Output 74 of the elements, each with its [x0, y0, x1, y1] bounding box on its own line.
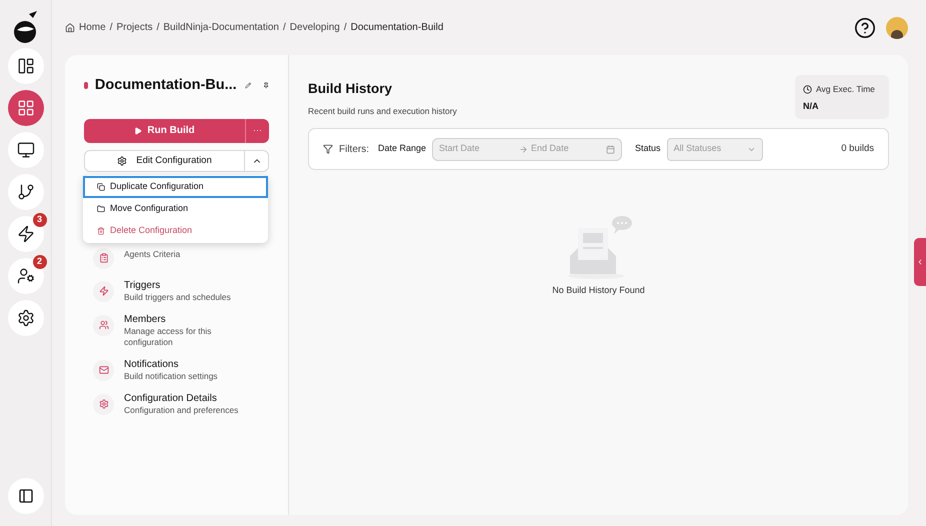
section-description: Agents Criteria	[124, 248, 182, 260]
section-title[interactable]: Members	[124, 312, 254, 326]
empty-state-text: No Build History Found	[552, 284, 645, 297]
run-build-button[interactable]: Run Build	[84, 118, 245, 143]
clipboard-icon	[98, 253, 108, 264]
filter-icon	[323, 144, 333, 154]
branch-icon	[16, 183, 34, 201]
date-range-label: Date Range	[378, 142, 426, 156]
panel-subtitle: Recent build runs and execution history	[308, 105, 457, 118]
count-badge: 3	[32, 213, 46, 227]
menu-item[interactable]: Duplicate Configuration	[83, 176, 268, 198]
settings-icon	[16, 309, 34, 327]
avg-time-value: N/A	[803, 100, 820, 113]
nav-button[interactable]	[8, 132, 44, 168]
edit-icon[interactable]	[244, 80, 251, 92]
build-count: 0 builds	[841, 142, 874, 156]
filters-label: Filters:	[339, 142, 369, 156]
user-gear-icon	[16, 267, 34, 285]
lightning-icon	[16, 225, 34, 243]
more-button[interactable]: ···	[245, 118, 269, 143]
avg-time-label: Avg Exec. Time	[816, 83, 875, 96]
folder-icon	[97, 205, 105, 213]
section-description: Build notification settings	[124, 370, 219, 382]
settings-icon	[98, 399, 108, 410]
nav-button[interactable]	[8, 300, 44, 336]
arrow-right-icon	[519, 144, 528, 154]
users-icon	[98, 320, 108, 330]
chevron-left-icon	[916, 258, 924, 266]
breadcrumb-link[interactable]: Home	[79, 20, 106, 35]
section-title[interactable]: Notifications	[124, 358, 254, 371]
status-label: Status	[635, 142, 661, 156]
menu-item[interactable]: Delete Configuration	[83, 220, 268, 242]
home-icon	[65, 22, 75, 32]
nav-button[interactable]: 2	[8, 258, 44, 294]
trash-icon	[97, 227, 105, 235]
mail-icon	[98, 365, 108, 376]
play-icon	[134, 126, 142, 135]
help-icon[interactable]	[854, 16, 876, 38]
breadcrumb-separator: /	[283, 21, 286, 35]
breadcrumb-link[interactable]: Developing	[290, 20, 340, 35]
clock-icon	[803, 84, 812, 94]
panel-title: Build History	[308, 80, 394, 98]
nav-button[interactable]: 3	[8, 216, 44, 252]
count-badge: 2	[32, 255, 46, 269]
config-title: Documentation-Bu...	[94, 76, 237, 95]
section-description: Manage access for this configuration	[124, 326, 212, 348]
lightning-icon	[98, 286, 108, 296]
sidebar-toggle-button[interactable]	[8, 478, 44, 514]
section-description: Configuration and preferences	[124, 404, 240, 416]
section-title[interactable]: Triggers	[124, 278, 254, 292]
breadcrumb-current: Documentation-Build	[350, 21, 444, 35]
date-range-field[interactable]: Start Date End Date	[432, 138, 622, 160]
breadcrumb-separator: /	[344, 21, 347, 35]
menu-item[interactable]: Move Configuration	[83, 198, 268, 220]
section-description: Build triggers and schedules	[124, 292, 232, 303]
copy-icon	[97, 183, 105, 191]
avatar[interactable]	[886, 16, 908, 38]
breadcrumb-separator: /	[110, 21, 112, 35]
monitor-icon	[16, 141, 34, 159]
settings-icon	[117, 156, 128, 166]
end-date-field[interactable]: End Date	[531, 142, 602, 156]
empty-inbox-drawing	[566, 216, 632, 280]
layout-icon	[16, 57, 34, 75]
breadcrumb-link[interactable]: BuildNinja-Documentation	[163, 20, 279, 35]
start-date-field[interactable]: Start Date	[439, 142, 514, 156]
breadcrumb-separator: /	[156, 21, 160, 35]
nav-button[interactable]	[8, 48, 44, 84]
nav-button[interactable]	[8, 174, 44, 210]
section-title[interactable]: Configuration Details	[124, 392, 254, 405]
grid-icon	[16, 99, 34, 117]
side-drawer-tab[interactable]	[914, 238, 926, 286]
calendar-icon	[606, 144, 616, 154]
breadcrumb-link[interactable]: Projects	[116, 20, 153, 35]
sidebar-icon	[18, 488, 34, 504]
